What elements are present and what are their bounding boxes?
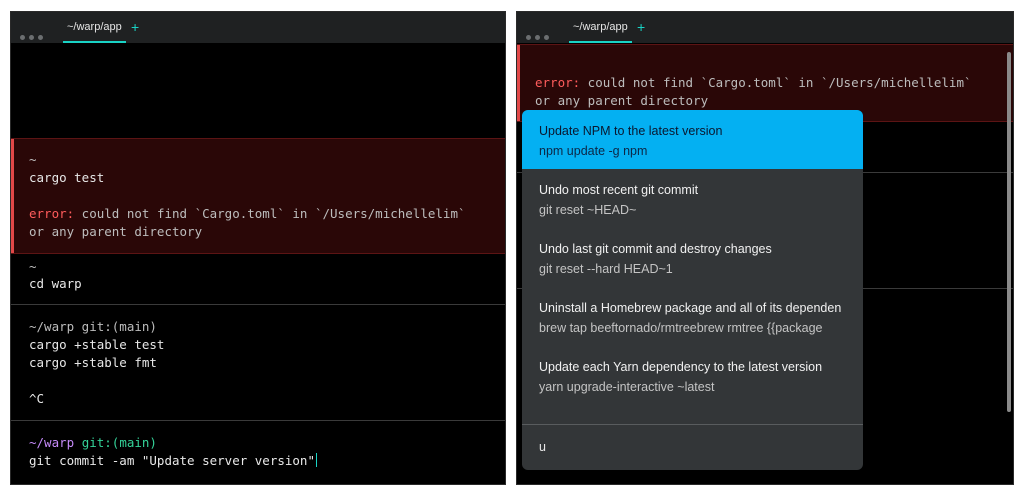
error-text-continued: or any parent directory [29, 224, 203, 239]
menu-item-title: Update each Yarn dependency to the lates… [539, 360, 823, 374]
title-bar: ~/warp/app + [517, 12, 1013, 43]
error-text-continued: or any parent directory [535, 93, 709, 108]
error-indicator [517, 45, 520, 121]
window-dot-icon[interactable] [544, 35, 549, 40]
error-label: error: [535, 75, 581, 90]
block-separator [11, 420, 505, 421]
menu-separator [522, 424, 863, 425]
menu-item-title: Update NPM to the latest version [539, 124, 723, 138]
error-indicator [11, 139, 14, 253]
command-input-text[interactable]: git commit -am "Update server version" [29, 453, 315, 468]
terminal-window-left: ~/warp/app + ~ cargo test error: could n… [10, 11, 506, 485]
tab-warp-app[interactable]: ~/warp/app [569, 12, 632, 43]
block-command: cd warp [29, 276, 82, 291]
menu-item-title: Undo most recent git commit [539, 183, 699, 197]
menu-item-title: Uninstall a Homebrew package and all of … [539, 301, 842, 315]
window-controls[interactable] [526, 25, 553, 44]
block-prompt: ~ [29, 259, 37, 274]
menu-item-command: yarn upgrade-interactive ~latest [539, 380, 715, 394]
prompt-git-branch: git:(main) [81, 435, 157, 450]
text-cursor [315, 453, 317, 467]
menu-item-uninstall-homebrew[interactable]: Uninstall a Homebrew package and all of … [522, 287, 863, 346]
terminal-window-right: ~/warp/app + error: could not find `Carg… [516, 11, 1014, 485]
new-tab-button[interactable]: + [637, 12, 645, 43]
window-dot-icon[interactable] [535, 35, 540, 40]
menu-item-yarn-upgrade[interactable]: Update each Yarn dependency to the lates… [522, 346, 863, 405]
error-label: error: [29, 206, 75, 221]
window-dot-icon[interactable] [20, 35, 25, 40]
menu-item-title: Undo last git commit and destroy changes [539, 242, 772, 256]
error-block[interactable]: ~ cargo test error: could not find `Carg… [11, 138, 505, 254]
block-prompt: ~/warp git:(main) [29, 319, 157, 334]
active-prompt: ~/warp git:(main) [29, 435, 157, 450]
new-tab-button[interactable]: + [131, 12, 139, 43]
prompt-dir: ~/warp [29, 435, 75, 450]
menu-item-command: git reset ~HEAD~ [539, 203, 637, 217]
command-input[interactable]: git commit -am "Update server version" [29, 453, 317, 468]
menu-item-undo-commit[interactable]: Undo most recent git commit git reset ~H… [522, 169, 863, 228]
menu-item-update-npm[interactable]: Update NPM to the latest version npm upd… [522, 110, 863, 169]
search-input[interactable]: u [539, 440, 546, 454]
block-command: cargo +stable fmt [29, 355, 157, 370]
block-command: cargo test [29, 170, 105, 185]
error-message: error: could not find `Cargo.toml` in `/… [535, 75, 972, 90]
scrollbar[interactable] [1007, 52, 1011, 412]
block-command: cargo +stable test [29, 337, 165, 352]
command-search-menu: Update NPM to the latest version npm upd… [522, 110, 863, 470]
menu-item-undo-destroy[interactable]: Undo last git commit and destroy changes… [522, 228, 863, 287]
error-text: could not find `Cargo.toml` in `/Users/m… [74, 206, 466, 221]
menu-item-command: brew tap beeftornado/rmtreebrew rmtree {… [539, 321, 823, 335]
window-dot-icon[interactable] [38, 35, 43, 40]
error-text: could not find `Cargo.toml` in `/Users/m… [580, 75, 972, 90]
error-message: error: could not find `Cargo.toml` in `/… [29, 206, 466, 221]
menu-item-command: npm update -g npm [539, 144, 648, 158]
window-dot-icon[interactable] [526, 35, 531, 40]
title-bar: ~/warp/app + [11, 12, 505, 43]
menu-item-command: git reset --hard HEAD~1 [539, 262, 673, 276]
window-dot-icon[interactable] [29, 35, 34, 40]
interrupt-output: ^C [29, 391, 45, 406]
tab-warp-app[interactable]: ~/warp/app [63, 12, 126, 43]
block-separator [11, 304, 505, 305]
window-controls[interactable] [20, 25, 47, 44]
block-prompt: ~ [29, 152, 37, 167]
